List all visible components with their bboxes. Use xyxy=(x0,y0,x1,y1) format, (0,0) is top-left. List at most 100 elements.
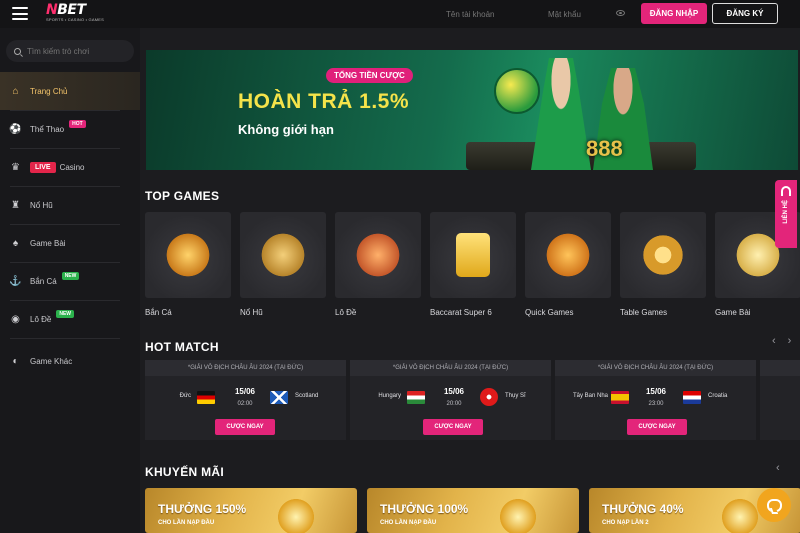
top-games-title: TOP GAMES xyxy=(145,189,220,203)
sidebar-item-label: Trang Chủ xyxy=(30,86,68,96)
match-row: Tây Ban Nha 15/06 23:00 Croatia xyxy=(555,384,756,414)
jackpot-icon: ♜ xyxy=(11,199,20,211)
match-time: 20:00 xyxy=(446,401,462,407)
promo-subtitle: CHO NẠP LẦN 2 xyxy=(602,520,649,526)
game-card[interactable]: Bắn Cá xyxy=(145,212,231,317)
username-input[interactable] xyxy=(446,6,532,22)
croatia-flag-icon xyxy=(683,391,701,404)
game-search[interactable] xyxy=(6,40,134,62)
logo-tagline: SPORTS • CASINO • GAMES xyxy=(46,17,105,22)
promotions-list: THƯỞNG 150% CHO LẦN NẠP ĐẦU THƯỞNG 100% … xyxy=(145,488,800,533)
slot-machine-icon xyxy=(275,496,317,533)
game-card[interactable]: Baccarat Super 6 xyxy=(430,212,516,317)
promo-title: THƯỞNG 150% xyxy=(158,502,247,516)
sidebar-item-card-games[interactable]: ♠ Game Bài xyxy=(0,224,140,262)
promo-title: THƯỞNG 100% xyxy=(380,502,469,516)
hot-badge: HOT xyxy=(69,120,86,128)
game-thumbnail[interactable] xyxy=(430,212,516,298)
game-label: Bắn Cá xyxy=(145,308,172,317)
game-thumbnail[interactable] xyxy=(525,212,611,298)
logo-brand-prefix: N xyxy=(46,2,58,18)
game-label: Quick Games xyxy=(525,308,574,317)
live-chat-button[interactable] xyxy=(757,488,791,522)
away-team: Croatia xyxy=(708,393,728,399)
jackpot-icon xyxy=(260,232,306,278)
promo-subtitle: CHO LẦN NẠP ĐẦU xyxy=(158,520,215,526)
banner-pill: TỔNG TIỀN CƯỢC xyxy=(326,68,413,83)
headset-icon xyxy=(781,186,791,196)
match-date: 15/06 xyxy=(234,387,256,396)
live-badge: LIVE xyxy=(30,161,56,173)
bet-now-button[interactable]: CƯỢC NGAY xyxy=(423,419,483,435)
logo[interactable]: NBET SPORTS • CASINO • GAMES xyxy=(46,3,108,25)
lottery-icon: ◉ xyxy=(11,313,20,325)
contact-label: LIÊN HỆ xyxy=(783,200,789,224)
divider xyxy=(10,338,120,339)
game-card[interactable]: Nổ Hũ xyxy=(240,212,326,317)
game-label: Nổ Hũ xyxy=(240,308,263,317)
away-team: Scotland xyxy=(295,393,319,399)
game-thumbnail[interactable] xyxy=(620,212,706,298)
fish-icon: ⚓ xyxy=(9,275,22,287)
register-button[interactable]: ĐĂNG KÝ xyxy=(712,3,778,24)
game-thumbnail[interactable] xyxy=(240,212,326,298)
logo-brand: BET xyxy=(57,2,86,18)
promo-arrows: ‹ xyxy=(776,462,780,474)
game-card[interactable]: Quick Games xyxy=(525,212,611,317)
match-card[interactable] xyxy=(760,360,800,440)
game-label: Table Games xyxy=(620,308,668,317)
lottery-icon xyxy=(355,232,401,278)
bet-now-button[interactable]: CƯỢC NGAY xyxy=(627,419,687,435)
match-card[interactable]: *GIẢI VÔ ĐỊCH CHÂU ÂU 2024 (TẠI ĐỨC) Tây… xyxy=(555,360,756,440)
next-arrow-icon[interactable]: › xyxy=(788,335,792,347)
match-card[interactable]: *GIẢI VÔ ĐỊCH CHÂU ÂU 2024 (TẠI ĐỨC) Hun… xyxy=(350,360,551,440)
chat-icon xyxy=(766,498,782,512)
phone-coin-icon xyxy=(497,496,539,533)
game-thumbnail[interactable] xyxy=(145,212,231,298)
sidebar-item-lottery[interactable]: ◉ Lô Đề NEW xyxy=(0,300,140,338)
switzerland-flag-icon xyxy=(480,388,498,406)
game-thumbnail[interactable] xyxy=(335,212,421,298)
prize-wheel-icon xyxy=(719,496,761,533)
password-input[interactable] xyxy=(548,6,618,22)
model-image xyxy=(531,58,591,170)
sidebar-item-fishing[interactable]: ⚓ Bắn Cá NEW xyxy=(0,262,140,300)
match-row: Đức 15/06 02:00 Scotland xyxy=(145,384,346,414)
home-team: Hungary xyxy=(378,393,401,399)
chip-icon xyxy=(640,232,686,278)
match-time: 23:00 xyxy=(648,401,664,407)
menu-icon[interactable] xyxy=(12,7,28,20)
sidebar-item-jackpot[interactable]: ♜ Nổ Hũ xyxy=(0,186,140,224)
match-league: *GIẢI VÔ ĐỊCH CHÂU ÂU 2024 (TẠI ĐỨC) xyxy=(350,360,551,376)
spain-flag-icon xyxy=(611,391,629,404)
germany-flag-icon xyxy=(197,391,215,404)
away-team: Thụy Sĩ xyxy=(505,393,526,399)
promo-banner[interactable]: TỔNG TIỀN CƯỢC HOÀN TRẢ 1.5% Không giới … xyxy=(146,50,798,170)
match-date: 15/06 xyxy=(645,387,667,396)
sidebar-item-casino[interactable]: ♛ LIVE Casino xyxy=(0,148,140,186)
prev-arrow-icon[interactable]: ‹ xyxy=(772,335,776,347)
sidebar-item-sports[interactable]: ⚽ Thể Thao HOT xyxy=(0,110,140,148)
promo-card[interactable]: THƯỞNG 100% CHO LẦN NẠP ĐẦU xyxy=(367,488,579,533)
match-row: Hungary 15/06 20:00 Thụy Sĩ xyxy=(350,384,551,414)
search-icon xyxy=(14,47,21,55)
contact-tab[interactable]: LIÊN HỆ xyxy=(775,180,797,248)
hot-match-title: HOT MATCH xyxy=(145,340,219,354)
match-card[interactable]: *GIẢI VÔ ĐỊCH CHÂU ÂU 2024 (TẠI ĐỨC) Đức… xyxy=(145,360,346,440)
sidebar-item-label: Game Khác xyxy=(30,356,73,366)
search-input[interactable] xyxy=(27,46,127,56)
bet-now-button[interactable]: CƯỢC NGAY xyxy=(215,419,275,435)
match-date: 15/06 xyxy=(443,387,465,396)
top-bar: NBET SPORTS • CASINO • GAMES ĐĂNG NHẬP Đ… xyxy=(0,0,800,28)
eye-icon[interactable] xyxy=(616,10,625,16)
dealer-icon: ♛ xyxy=(11,161,20,173)
game-card[interactable]: Table Games xyxy=(620,212,706,317)
game-card[interactable]: Lô Đề xyxy=(335,212,421,317)
prev-arrow-icon[interactable]: ‹ xyxy=(776,462,780,474)
sidebar-item-home[interactable]: ⌂ Trang Chủ xyxy=(0,72,140,110)
cards-icon xyxy=(456,233,490,277)
sidebar-item-other-games[interactable]: ◐ Game Khác xyxy=(0,342,140,380)
hot-match-list: *GIẢI VÔ ĐỊCH CHÂU ÂU 2024 (TẠI ĐỨC) Đức… xyxy=(145,360,800,440)
login-button[interactable]: ĐĂNG NHẬP xyxy=(641,3,707,24)
promo-card[interactable]: THƯỞNG 150% CHO LẦN NẠP ĐẦU xyxy=(145,488,357,533)
